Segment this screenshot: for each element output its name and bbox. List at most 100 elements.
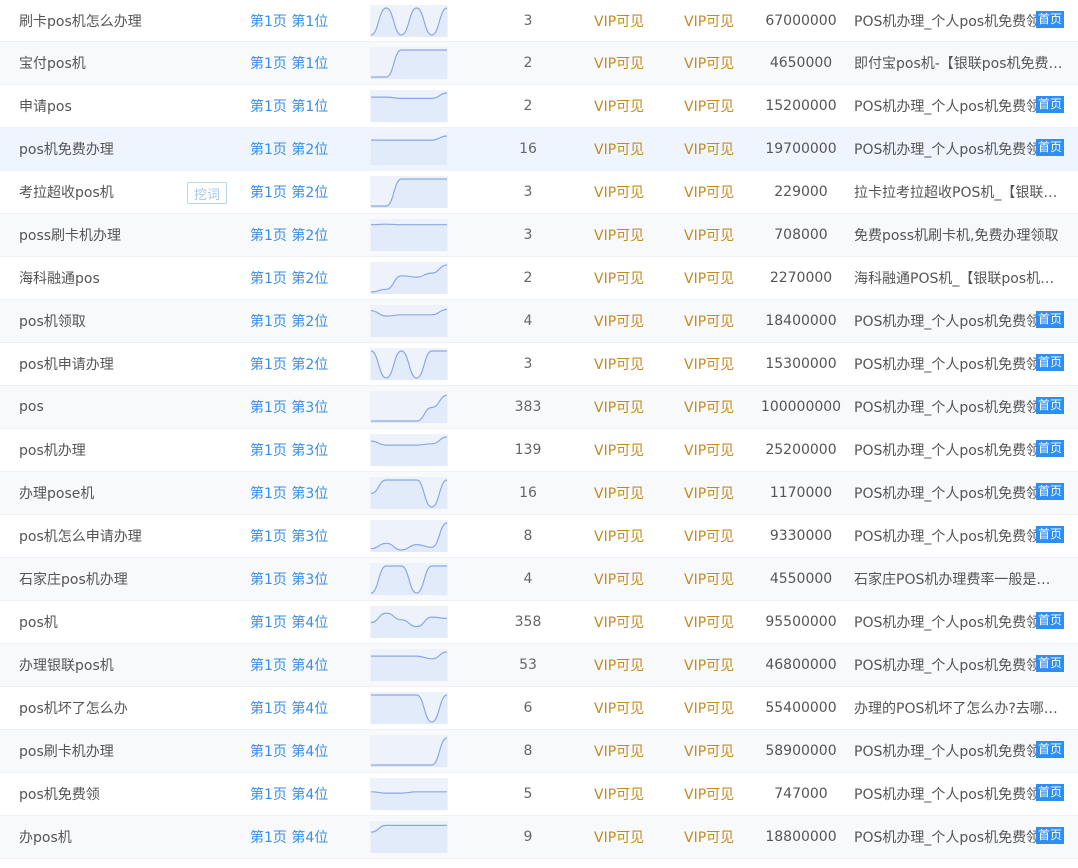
vip-locked-value[interactable]: VIP可见 [684,773,754,815]
vip-locked-value[interactable]: VIP可见 [594,515,664,557]
keyword-cell[interactable]: 刷卡pos机怎么办理 [19,0,184,41]
keyword-cell[interactable]: 办pos机 [19,816,184,858]
page-title-text[interactable]: POS机办理_个人pos机免费领 [854,354,1036,374]
vip-locked-value[interactable]: VIP可见 [684,644,754,686]
keyword-cell[interactable]: pos机 [19,601,184,643]
vip-locked-value[interactable]: VIP可见 [684,300,754,342]
page-title-text[interactable]: POS机办理_个人pos机免费领 [854,612,1036,632]
page-title-text[interactable]: POS机办理_个人pos机免费领 [854,311,1036,331]
vip-locked-value[interactable]: VIP可见 [594,214,664,256]
keyword-cell[interactable]: 宝付pos机 [19,42,184,84]
vip-locked-value[interactable]: VIP可见 [594,257,664,299]
vip-locked-value[interactable]: VIP可见 [684,128,754,170]
vip-locked-value[interactable]: VIP可见 [594,558,664,600]
rank-link[interactable]: 第1页 第1位 [250,0,350,41]
page-title-text[interactable]: POS机办理_个人pos机免费领 [854,741,1036,761]
vip-locked-value[interactable]: VIP可见 [684,816,754,858]
rank-link[interactable]: 第1页 第2位 [250,128,350,170]
vip-locked-value[interactable]: VIP可见 [684,601,754,643]
keyword-cell[interactable]: pos [19,386,184,428]
vip-locked-value[interactable]: VIP可见 [594,816,664,858]
keyword-cell[interactable]: pos机怎么申请办理 [19,515,184,557]
rank-link[interactable]: 第1页 第3位 [250,515,350,557]
page-title-cell[interactable]: 办理的POS机坏了怎么办?去哪里维修 [854,687,1078,729]
page-title-cell[interactable]: 拉卡拉考拉超收POS机_【银联pos机免费领取】 [854,171,1078,213]
rank-link[interactable]: 第1页 第1位 [250,85,350,127]
vip-locked-value[interactable]: VIP可见 [684,171,754,213]
vip-locked-value[interactable]: VIP可见 [594,0,664,41]
vip-locked-value[interactable]: VIP可见 [684,214,754,256]
keyword-cell[interactable]: pos刷卡机办理 [19,730,184,772]
vip-locked-value[interactable]: VIP可见 [684,343,754,385]
vip-locked-value[interactable]: VIP可见 [684,730,754,772]
rank-link[interactable]: 第1页 第3位 [250,558,350,600]
rank-link[interactable]: 第1页 第4位 [250,644,350,686]
dig-keyword-button[interactable]: 挖词 [187,182,227,204]
vip-locked-value[interactable]: VIP可见 [594,472,664,514]
rank-link[interactable]: 第1页 第2位 [250,300,350,342]
page-title-text[interactable]: POS机办理_个人pos机免费领 [854,96,1036,116]
page-title-text[interactable]: POS机办理_个人pos机免费领 [854,397,1036,417]
keyword-cell[interactable]: pos机领取 [19,300,184,342]
vip-locked-value[interactable]: VIP可见 [594,773,664,815]
rank-link[interactable]: 第1页 第4位 [250,687,350,729]
rank-link[interactable]: 第1页 第1位 [250,42,350,84]
vip-locked-value[interactable]: VIP可见 [594,128,664,170]
vip-locked-value[interactable]: VIP可见 [684,0,754,41]
vip-locked-value[interactable]: VIP可见 [594,171,664,213]
rank-link[interactable]: 第1页 第3位 [250,472,350,514]
page-title-text[interactable]: 石家庄POS机办理费率一般是多少 [854,569,1064,589]
vip-locked-value[interactable]: VIP可见 [684,85,754,127]
page-title-text[interactable]: POS机办理_个人pos机免费领 [854,11,1036,31]
vip-locked-value[interactable]: VIP可见 [684,42,754,84]
vip-locked-value[interactable]: VIP可见 [594,343,664,385]
keyword-cell[interactable]: pos机办理 [19,429,184,471]
rank-link[interactable]: 第1页 第2位 [250,214,350,256]
vip-locked-value[interactable]: VIP可见 [594,601,664,643]
page-title-text[interactable]: POS机办理_个人pos机免费领 [854,827,1036,847]
rank-link[interactable]: 第1页 第2位 [250,257,350,299]
vip-locked-value[interactable]: VIP可见 [684,429,754,471]
keyword-cell[interactable]: poss刷卡机办理 [19,214,184,256]
vip-locked-value[interactable]: VIP可见 [594,300,664,342]
rank-link[interactable]: 第1页 第2位 [250,171,350,213]
rank-link[interactable]: 第1页 第4位 [250,773,350,815]
keyword-cell[interactable]: 申请pos [19,85,184,127]
vip-locked-value[interactable]: VIP可见 [594,42,664,84]
rank-link[interactable]: 第1页 第3位 [250,429,350,471]
keyword-cell[interactable]: 办理pose机 [19,472,184,514]
page-title-text[interactable]: 海科融通POS机_【银联pos机免费领取】 [854,268,1064,288]
vip-locked-value[interactable]: VIP可见 [684,515,754,557]
page-title-cell[interactable]: 海科融通POS机_【银联pos机免费领取】 [854,257,1078,299]
keyword-cell[interactable]: pos机免费领 [19,773,184,815]
page-title-text[interactable]: 即付宝pos机-【银联pos机免费领取】 [854,53,1064,73]
page-title-text[interactable]: POS机办理_个人pos机免费领 [854,139,1036,159]
rank-link[interactable]: 第1页 第3位 [250,386,350,428]
vip-locked-value[interactable]: VIP可见 [684,257,754,299]
page-title-cell[interactable]: 即付宝pos机-【银联pos机免费领取】 [854,42,1078,84]
page-title-text[interactable]: POS机办理_个人pos机免费领 [854,655,1036,675]
vip-locked-value[interactable]: VIP可见 [594,730,664,772]
page-title-cell[interactable]: 石家庄POS机办理费率一般是多少 [854,558,1078,600]
vip-locked-value[interactable]: VIP可见 [594,429,664,471]
page-title-text[interactable]: 办理的POS机坏了怎么办?去哪里维修 [854,698,1064,718]
vip-locked-value[interactable]: VIP可见 [594,386,664,428]
keyword-cell[interactable]: 海科融通pos [19,257,184,299]
page-title-text[interactable]: POS机办理_个人pos机免费领 [854,526,1036,546]
vip-locked-value[interactable]: VIP可见 [594,687,664,729]
rank-link[interactable]: 第1页 第4位 [250,730,350,772]
keyword-cell[interactable]: pos机坏了怎么办 [19,687,184,729]
vip-locked-value[interactable]: VIP可见 [594,85,664,127]
page-title-text[interactable]: 拉卡拉考拉超收POS机_【银联pos机免费领取】 [854,182,1064,202]
rank-link[interactable]: 第1页 第2位 [250,343,350,385]
page-title-text[interactable]: 免费poss机刷卡机,免费办理领取 [854,225,1059,245]
keyword-cell[interactable]: 考拉超收pos机 [19,171,184,213]
page-title-text[interactable]: POS机办理_个人pos机免费领 [854,483,1036,503]
keyword-cell[interactable]: 办理银联pos机 [19,644,184,686]
rank-link[interactable]: 第1页 第4位 [250,816,350,858]
keyword-cell[interactable]: 石家庄pos机办理 [19,558,184,600]
vip-locked-value[interactable]: VIP可见 [684,558,754,600]
page-title-text[interactable]: POS机办理_个人pos机免费领 [854,440,1036,460]
vip-locked-value[interactable]: VIP可见 [684,386,754,428]
vip-locked-value[interactable]: VIP可见 [594,644,664,686]
